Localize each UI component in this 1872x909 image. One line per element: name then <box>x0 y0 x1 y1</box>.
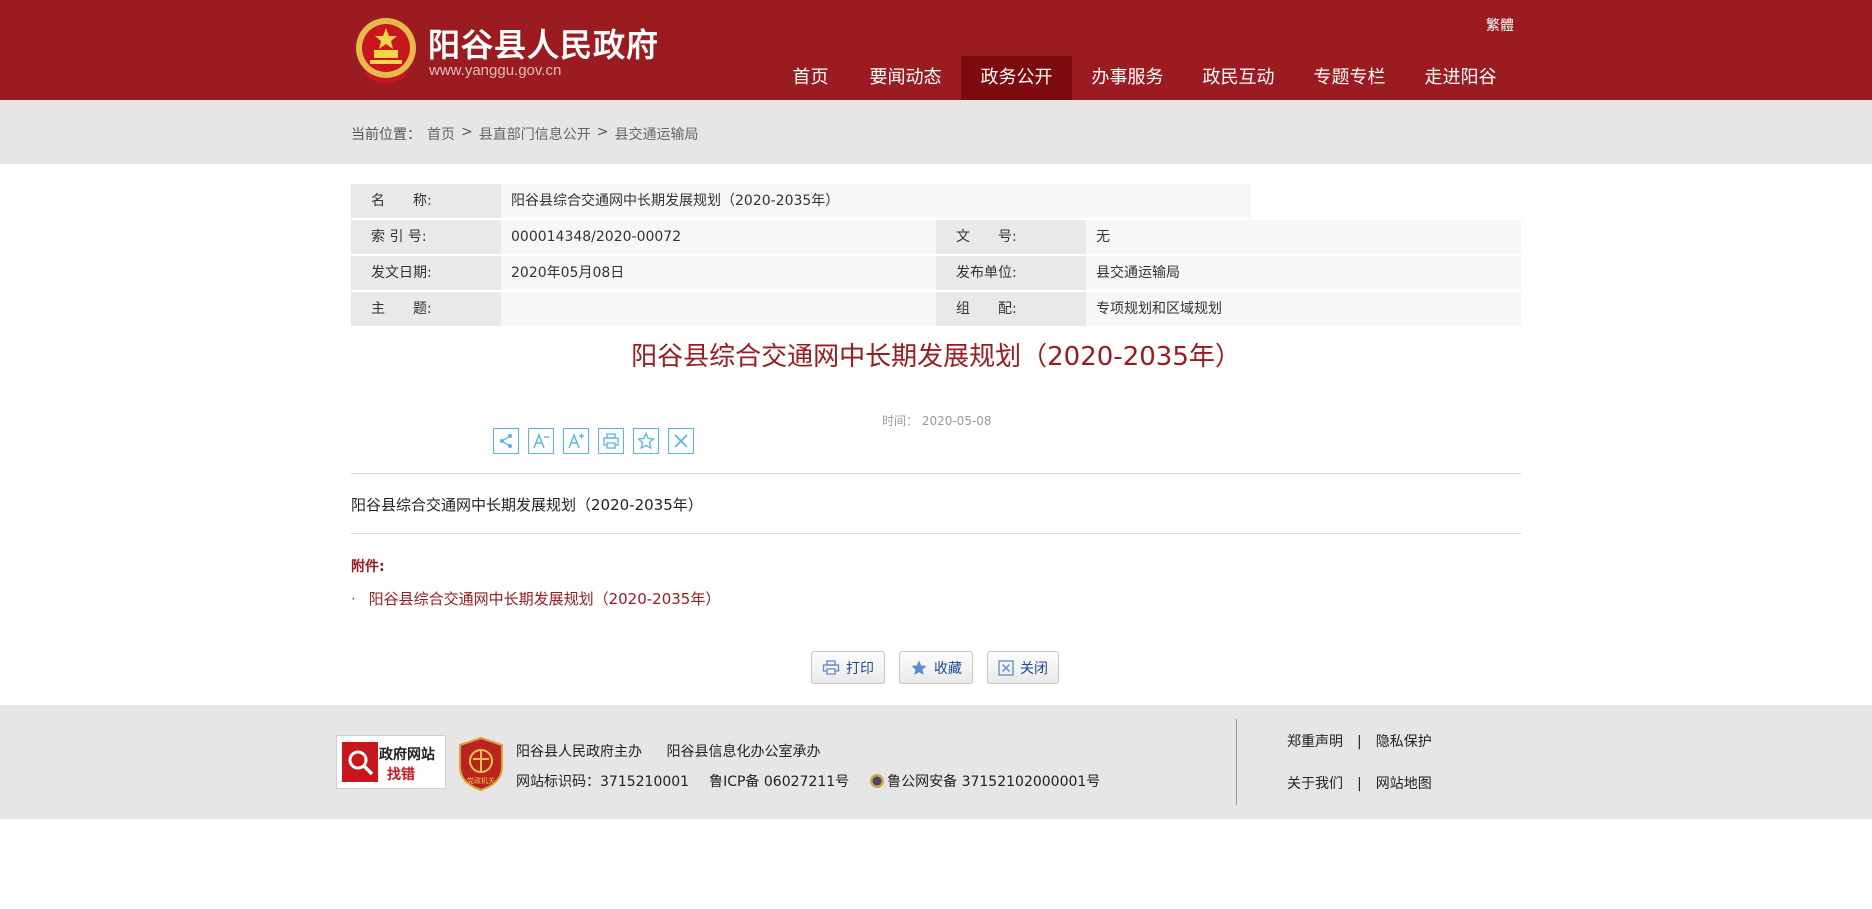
favorite-button-label: 收藏 <box>934 660 962 677</box>
footer-organizer: 阳谷县信息化办公室承办 <box>666 744 821 760</box>
traditional-chinese-link[interactable]: 繁體 <box>1486 15 1514 35</box>
nav-item-home[interactable]: 首页 <box>771 56 850 100</box>
close-icon[interactable] <box>668 428 694 454</box>
star-icon[interactable] <box>633 428 659 454</box>
close-button-label: 关闭 <box>1020 660 1048 677</box>
breadcrumb: 当前位置： 首页 > 县直部门信息公开 > 县交通运输局 <box>351 124 698 144</box>
magnifier-logo-icon <box>342 742 378 782</box>
info-row-name: 名 称: 阳谷县综合交通网中长期发展规划（2020-2035年） <box>351 184 1251 218</box>
about-us-link[interactable]: 关于我们 <box>1287 776 1343 792</box>
divider <box>351 533 1521 534</box>
docno-value: 无 <box>1086 220 1521 254</box>
org-label: 发布单位: <box>936 256 1086 290</box>
topic-value <box>501 292 936 326</box>
header: 阳谷县人民政府 www.yanggu.gov.cn 繁體 首页 要闻动态 政务公… <box>0 0 1872 100</box>
footer-icp-link[interactable]: 鲁ICP备 06027211号 <box>709 771 849 791</box>
print-icon[interactable] <box>598 428 624 454</box>
statement-link[interactable]: 郑重声明 <box>1287 734 1343 750</box>
breadcrumb-separator: > <box>596 124 609 140</box>
footer-sponsor-line: 阳谷县人民政府主办 阳谷县信息化办公室承办 <box>516 741 820 761</box>
site-title[interactable]: 阳谷县人民政府 <box>428 20 659 66</box>
share-icon[interactable] <box>493 428 519 454</box>
nav-item-about-yanggu[interactable]: 走进阳谷 <box>1405 56 1516 100</box>
nav-item-services[interactable]: 办事服务 <box>1072 56 1183 100</box>
breadcrumb-transport-bureau[interactable]: 县交通运输局 <box>614 124 698 144</box>
footer-links-row-2: 关于我们 | 网站地图 <box>1287 773 1432 793</box>
footer: 政府网站 找错 党政机关 阳谷县人民政府主办 阳谷县信息化办公室承办 网站标识码… <box>0 705 1872 819</box>
date-label: 发文日期: <box>351 256 501 290</box>
error-report-title: 政府网站 <box>379 747 435 763</box>
attachment-link[interactable]: 阳谷县综合交通网中长期发展规划（2020-2035年） <box>369 590 721 608</box>
gov-site-error-report[interactable]: 政府网站 找错 <box>336 735 446 789</box>
breadcrumb-prefix: 当前位置： <box>351 127 421 143</box>
footer-police-link[interactable]: 鲁公网安备 37152102000001号 <box>887 771 1100 791</box>
privacy-link[interactable]: 隐私保护 <box>1376 734 1432 750</box>
nav-item-topics[interactable]: 专题专栏 <box>1294 56 1405 100</box>
sitemap-link[interactable]: 网站地图 <box>1376 776 1432 792</box>
footer-sponsor: 阳谷县人民政府主办 <box>516 744 642 760</box>
name-value: 阳谷县综合交通网中长期发展规划（2020-2035年） <box>501 184 1251 218</box>
close-icon <box>998 659 1014 676</box>
national-emblem-logo[interactable] <box>354 16 418 84</box>
name-label: 名 称: <box>351 184 501 218</box>
link-separator: | <box>1357 734 1362 750</box>
print-button[interactable]: 打印 <box>811 651 885 684</box>
nav-item-news[interactable]: 要闻动态 <box>850 56 961 100</box>
attachment-item: · 阳谷县综合交通网中长期发展规划（2020-2035年） <box>351 588 720 609</box>
close-button[interactable]: 关闭 <box>987 651 1059 684</box>
info-row-date: 发文日期: 2020年05月08日 发布单位: 县交通运输局 <box>351 256 1521 290</box>
footer-site-id: 网站标识码：3715210001 <box>516 774 690 790</box>
font-decrease-icon[interactable] <box>528 428 554 454</box>
article-body: 阳谷县综合交通网中长期发展规划（2020-2035年） <box>351 496 703 514</box>
article-title: 阳谷县综合交通网中长期发展规划（2020-2035年） <box>631 342 1241 372</box>
print-button-label: 打印 <box>846 660 874 677</box>
badge-text: 党政机关 <box>467 776 495 785</box>
footer-divider <box>1236 719 1237 805</box>
site-domain: www.yanggu.gov.cn <box>429 62 562 79</box>
date-value: 2020年05月08日 <box>501 256 936 290</box>
topic-label: 主 题: <box>351 292 501 326</box>
footer-registration-line: 网站标识码：3715210001 鲁ICP备 06027211号 鲁公网安备 3… <box>516 771 1100 791</box>
party-gov-organ-badge-icon[interactable]: 党政机关 <box>458 737 504 791</box>
category-label: 组 配: <box>936 292 1086 326</box>
error-report-subtitle: 找错 <box>387 767 415 783</box>
star-icon <box>911 660 927 675</box>
favorite-button[interactable]: 收藏 <box>899 651 973 684</box>
nav-item-gov-open[interactable]: 政务公开 <box>961 56 1072 100</box>
breadcrumb-separator: > <box>461 124 473 140</box>
font-increase-icon[interactable] <box>563 428 589 454</box>
footer-links-row-1: 郑重声明 | 隐私保护 <box>1287 731 1432 751</box>
info-row-topic: 主 题: 组 配: 专项规划和区域规划 <box>351 292 1521 326</box>
breadcrumb-band: 当前位置： 首页 > 县直部门信息公开 > 县交通运输局 <box>0 100 1872 164</box>
category-value: 专项规划和区域规划 <box>1086 292 1521 326</box>
article-toolbar <box>493 428 694 454</box>
link-separator: | <box>1357 776 1362 792</box>
nav-item-interaction[interactable]: 政民互动 <box>1183 56 1294 100</box>
action-buttons: 打印 收藏 关闭 <box>811 651 1059 684</box>
attachment-label: 附件: <box>351 559 385 575</box>
index-label: 索 引 号: <box>351 220 501 254</box>
publish-time: 时间： 2020-05-08 <box>882 414 992 428</box>
print-icon <box>822 659 840 675</box>
breadcrumb-home[interactable]: 首页 <box>427 124 455 144</box>
breadcrumb-dept-info[interactable]: 县直部门信息公开 <box>479 124 591 144</box>
index-value: 000014348/2020-00072 <box>501 220 936 254</box>
attachment-bullet: · <box>351 590 356 608</box>
police-badge-icon <box>870 774 885 788</box>
info-row-index: 索 引 号: 000014348/2020-00072 文 号: 无 <box>351 220 1521 254</box>
org-value: 县交通运输局 <box>1086 256 1521 290</box>
docno-label: 文 号: <box>936 220 1086 254</box>
divider <box>351 473 1521 474</box>
main-nav: 首页 要闻动态 政务公开 办事服务 政民互动 专题专栏 走进阳谷 <box>771 56 1516 100</box>
